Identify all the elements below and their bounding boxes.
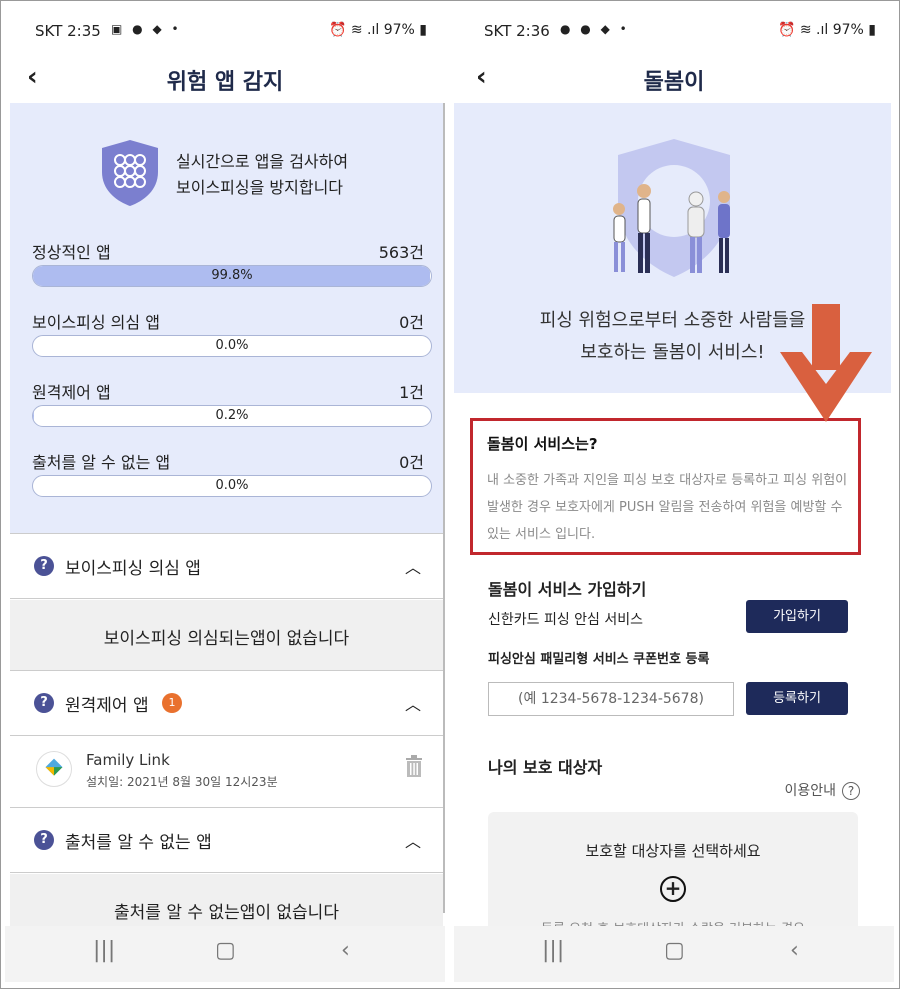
status-time: SKT 2:35 xyxy=(35,22,101,40)
chevron-up-icon[interactable]: ︿ xyxy=(405,691,421,715)
back-icon[interactable]: ‹ xyxy=(790,938,799,963)
page-title: 돌봄이 xyxy=(643,70,705,95)
list-item[interactable]: Family Link 설치일: 2021년 8월 30일 12시23분 xyxy=(10,737,443,807)
recents-icon[interactable]: ||| xyxy=(93,938,115,963)
protectees-title: 나의 보호 대상자 xyxy=(488,758,603,777)
stat-count: 1건 xyxy=(399,383,424,402)
progress-bar: 0.0% xyxy=(32,475,432,497)
chevron-up-icon[interactable]: ︿ xyxy=(405,828,421,852)
recents-icon[interactable]: ||| xyxy=(542,938,564,963)
app-name: Family Link xyxy=(86,751,170,769)
back-icon[interactable]: ‹ xyxy=(341,938,350,963)
register-button[interactable]: 등록하기 xyxy=(746,682,848,715)
select-protectee-card[interactable]: 보호할 대상자를 선택하세요 + 등록 요청 후 보호대상자가 수락을 거부하는… xyxy=(488,812,858,942)
battery-level: 97% xyxy=(383,22,415,38)
scrollbar[interactable] xyxy=(443,103,445,913)
help-icon: ? xyxy=(34,556,54,576)
section-title: 보이스피싱 의심 앱 xyxy=(65,559,201,579)
join-button[interactable]: 가입하기 xyxy=(746,600,848,633)
count-badge: 1 xyxy=(162,693,182,713)
usage-guide-link[interactable]: 이용안내? xyxy=(784,780,860,800)
progress-bar: 0.0% xyxy=(32,335,432,357)
progress-percent: 0.0% xyxy=(215,338,249,353)
status-right: ⏰ ≋ .ıl 97% ▮ xyxy=(777,22,876,38)
arrow-down-icon xyxy=(780,304,872,422)
unknown-empty-message: 출처를 알 수 없는앱이 없습니다 xyxy=(10,874,443,934)
coupon-title: 피싱안심 패밀리형 서비스 쿠폰번호 등록 xyxy=(488,652,710,667)
section-title: 원격제어 앱 xyxy=(65,696,149,716)
help-icon: ? xyxy=(34,693,54,713)
stat-label: 정상적인 앱 xyxy=(32,243,111,262)
progress-bar: 99.8% xyxy=(32,265,432,287)
join-section-title: 돌봄이 서비스 가입하기 xyxy=(488,580,647,599)
shield-icon xyxy=(102,140,158,206)
coupon-input[interactable]: (예 1234-5678-1234-5678) xyxy=(488,682,734,716)
stat-count: 563건 xyxy=(378,243,424,262)
app-header: ‹ 위험 앱 감지 xyxy=(5,54,445,102)
page-title: 위험 앱 감지 xyxy=(166,70,284,95)
help-icon: ? xyxy=(842,782,860,800)
status-right: ⏰ ≋ .ıl 97% ▮ xyxy=(328,22,427,38)
notification-icons: ● ● ◆ • xyxy=(560,22,630,36)
stat-count: 0건 xyxy=(399,453,424,472)
stat-label: 원격제어 앱 xyxy=(32,383,111,402)
usage-guide-label: 이용안내 xyxy=(784,783,836,799)
right-phone-screen: SKT 2:36 ● ● ◆ • ⏰ ≋ .ıl 97% ▮ ‹ 돌봄이 피싱 … xyxy=(454,4,894,982)
status-bar: SKT 2:35 ▣ ● ◆ • ⏰ ≋ .ıl 97% ▮ xyxy=(5,4,445,60)
progress-percent: 99.8% xyxy=(211,268,253,283)
battery-level: 97% xyxy=(832,22,864,38)
notification-icons: ▣ ● ◆ • xyxy=(111,22,182,36)
service-info-title: 돌봄이 서비스는? xyxy=(487,435,598,453)
stat-count: 0건 xyxy=(399,313,424,332)
stat-label: 보이스피싱 의심 앱 xyxy=(32,313,160,332)
system-navbar: ||| ▢ ‹ xyxy=(454,926,894,982)
system-navbar: ||| ▢ ‹ xyxy=(5,926,445,982)
progress-percent: 0.0% xyxy=(215,478,249,493)
section-unknown-apps[interactable]: ? 출처를 알 수 없는 앱 ︿ xyxy=(10,807,443,873)
select-protectee-label: 보호할 대상자를 선택하세요 xyxy=(585,842,761,860)
progress-percent: 0.2% xyxy=(215,408,249,423)
phishing-empty-message: 보이스피싱 의심되는앱이 없습니다 xyxy=(10,600,443,670)
progress-bar: 0.2% xyxy=(32,405,432,427)
home-icon[interactable]: ▢ xyxy=(664,938,685,963)
scan-summary-panel: 실시간으로 앱을 검사하여 보이스피싱을 방지합니다 정상적인 앱 563건 9… xyxy=(10,103,443,533)
section-remote-apps[interactable]: ? 원격제어 앱 1 ︿ xyxy=(10,670,443,736)
section-phishing-apps[interactable]: ? 보이스피싱 의심 앱 ︿ xyxy=(10,533,443,599)
chevron-up-icon[interactable]: ︿ xyxy=(405,554,421,578)
app-header: ‹ 돌봄이 xyxy=(454,54,894,102)
status-time: SKT 2:36 xyxy=(484,22,550,40)
trash-icon[interactable] xyxy=(405,755,423,777)
install-date: 설치일: 2021년 8월 30일 12시23분 xyxy=(86,775,278,789)
family-shield-illustration xyxy=(613,139,730,277)
service-info-highlight: 돌봄이 서비스는? 내 소중한 가족과 지인을 피싱 보호 대상자로 등록하고 … xyxy=(470,418,861,555)
left-phone-screen: SKT 2:35 ▣ ● ◆ • ⏰ ≋ .ıl 97% ▮ ‹ 위험 앱 감지… xyxy=(5,4,445,982)
family-link-icon xyxy=(36,751,72,787)
stat-label: 출처를 알 수 없는 앱 xyxy=(32,453,171,472)
join-service-name: 신한카드 피싱 안심 서비스 xyxy=(488,612,644,628)
home-icon[interactable]: ▢ xyxy=(215,938,236,963)
service-info-desc: 내 소중한 가족과 지인을 피싱 보호 대상자로 등록하고 피싱 위험이 발생한… xyxy=(487,473,848,542)
scan-intro-text: 실시간으로 앱을 검사하여 보이스피싱을 방지합니다 xyxy=(176,149,348,201)
add-icon[interactable]: + xyxy=(660,876,686,902)
section-title: 출처를 알 수 없는 앱 xyxy=(65,833,212,853)
intro-line-2: 보이스피싱을 방지합니다 xyxy=(176,178,344,197)
intro-line-1: 실시간으로 앱을 검사하여 xyxy=(176,152,349,171)
help-icon: ? xyxy=(34,830,54,850)
status-bar: SKT 2:36 ● ● ◆ • ⏰ ≋ .ıl 97% ▮ xyxy=(454,4,894,60)
